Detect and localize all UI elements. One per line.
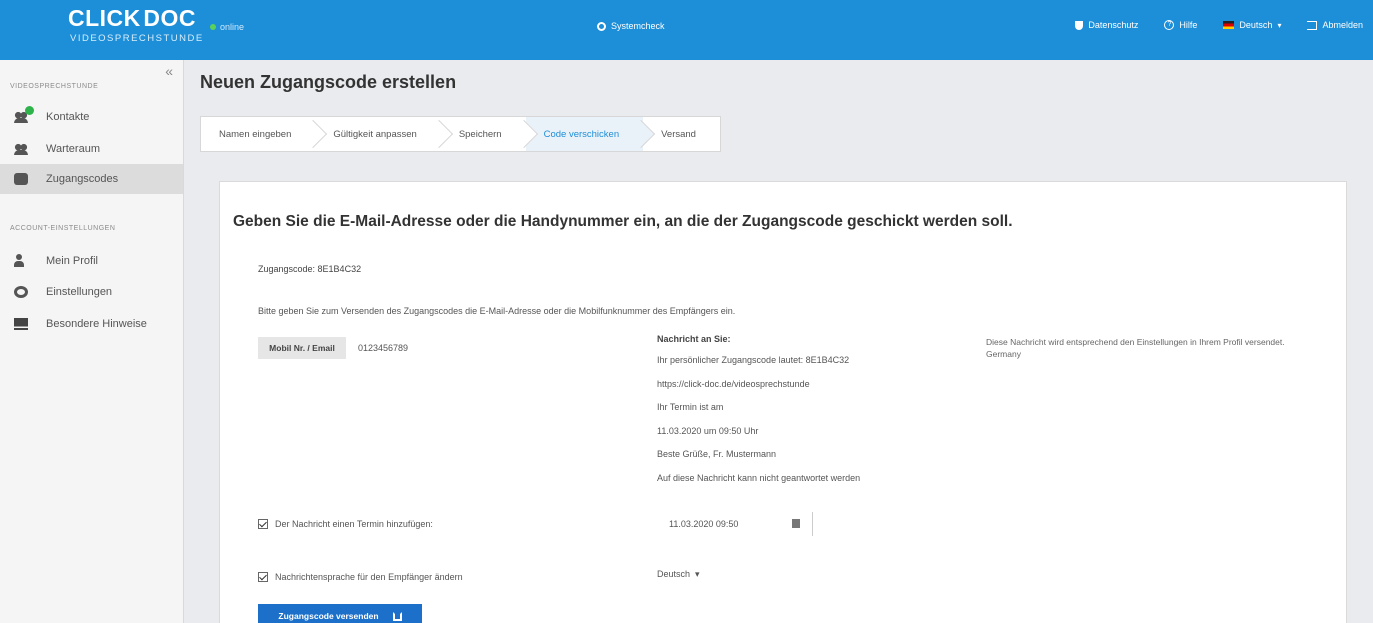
add-appointment-checkbox[interactable] xyxy=(258,519,268,529)
help-label: Hilfe xyxy=(1179,20,1198,30)
main-content: Neuen Zugangscode erstellen Namen eingeb… xyxy=(185,60,1373,623)
step-send-code[interactable]: Code verschicken xyxy=(525,117,644,151)
preview-line: Ihr persönlicher Zugangscode lautet: 8E1… xyxy=(657,355,850,365)
sidebar-item-label: Mein Profil xyxy=(46,255,98,267)
message-preview: Nachricht an Sie: Ihr persönlicher Zugan… xyxy=(657,334,917,496)
page-title: Neuen Zugangscode erstellen xyxy=(200,72,457,92)
logo-subtitle: VIDEOSPRECHSTUNDE xyxy=(70,33,204,44)
logout-icon xyxy=(1307,20,1318,30)
contact-field-label: Mobil Nr. / Email xyxy=(258,337,346,359)
change-language-option: Nachrichtensprache für den Empfänger änd… xyxy=(258,572,463,582)
top-bar: CLICK DOC VIDEOSPRECHSTUNDE online Syste… xyxy=(0,0,1373,60)
contacts-icon xyxy=(14,106,34,123)
system-check-label: Systemcheck xyxy=(611,21,665,31)
change-language-label: Nachrichtensprache für den Empfänger änd… xyxy=(275,572,463,582)
appointment-datetime-input[interactable]: 11.03.2020 09:50 xyxy=(669,512,813,536)
sidebar-item-label: Kontakte xyxy=(46,111,90,123)
step-enter-name[interactable]: Namen eingeben xyxy=(201,117,316,151)
appointment-datetime-value: 11.03.2020 09:50 xyxy=(669,519,739,529)
logo-text-right: DOC xyxy=(143,5,196,31)
external-link-icon xyxy=(392,611,402,621)
sidebar-section-main: Videosprechstunde xyxy=(10,83,99,90)
privacy-link[interactable]: Datenschutz xyxy=(1075,20,1138,30)
preview-title: Nachricht an Sie: xyxy=(657,334,731,344)
online-status: online xyxy=(210,22,244,32)
send-access-code-button[interactable]: Zugangscode versenden xyxy=(258,604,422,623)
logo-text-left: CLICK xyxy=(68,5,141,31)
german-flag-icon xyxy=(1223,21,1235,29)
collapse-sidebar-icon[interactable]: « xyxy=(165,63,173,79)
waiting-room-icon xyxy=(14,143,28,155)
add-appointment-option: Der Nachricht einen Termin hinzufügen: xyxy=(258,519,433,529)
notification-badge xyxy=(25,106,34,115)
sidebar-item-access-codes[interactable]: Zugangscodes xyxy=(0,164,183,194)
preview-line: Ihr Termin ist am xyxy=(657,402,724,412)
preview-line: Beste Grüße, Fr. Mustermann xyxy=(657,449,777,459)
dispatch-note: Diese Nachricht wird entsprechend den Ei… xyxy=(986,337,1285,359)
sidebar-item-contacts[interactable]: Kontakte xyxy=(0,102,183,132)
sidebar: « Videosprechstunde Kontakte Warteraum Z… xyxy=(0,60,184,623)
key-icon xyxy=(14,173,28,185)
step-save[interactable]: Speichern xyxy=(440,117,526,151)
step-adjust-validity[interactable]: Gültigkeit anpassen xyxy=(315,117,441,151)
language-label: Deutsch xyxy=(1239,20,1273,30)
send-button-label: Zugangscode versenden xyxy=(278,611,379,621)
preview-line: 11.03.2020 um 09:50 Uhr xyxy=(657,425,759,436)
help-link[interactable]: ? Hilfe xyxy=(1164,20,1197,30)
sidebar-item-label: Besondere Hinweise xyxy=(46,318,147,330)
preview-line: Auf diese Nachricht kann nicht geantwort… xyxy=(657,472,861,483)
logout-label: Abmelden xyxy=(1322,20,1363,30)
online-dot-icon xyxy=(210,24,216,30)
add-appointment-label: Der Nachricht einen Termin hinzufügen: xyxy=(275,519,433,529)
sidebar-item-label: Zugangscodes xyxy=(46,173,119,185)
gear-icon xyxy=(14,286,28,298)
card-heading: Geben Sie die E-Mail-Adresse oder die Ha… xyxy=(233,213,1013,230)
help-icon: ? xyxy=(1164,20,1175,30)
language-dropdown[interactable]: Deutsch ▾ xyxy=(1223,20,1281,30)
gear-icon xyxy=(597,21,606,31)
message-language-select[interactable]: Deutsch ▾ xyxy=(657,569,700,580)
exclamation-icon xyxy=(14,318,28,330)
sidebar-item-settings[interactable]: Einstellungen xyxy=(0,277,183,307)
send-code-card: Geben Sie die E-Mail-Adresse oder die Ha… xyxy=(219,181,1347,623)
pulse-icon xyxy=(141,17,143,19)
access-code-value: Zugangscode: 8E1B4C32 xyxy=(258,264,362,274)
sidebar-item-profile[interactable]: Mein Profil xyxy=(0,246,183,276)
user-icon xyxy=(14,254,28,267)
shield-icon xyxy=(1075,20,1084,30)
sidebar-item-label: Warteraum xyxy=(46,143,100,155)
calendar-icon[interactable] xyxy=(792,519,800,528)
preview-line: https://click-doc.de/videosprechstunde xyxy=(657,378,810,389)
top-nav: Datenschutz ? Hilfe Deutsch ▾ Abmelden xyxy=(1075,20,1363,30)
chevron-down-icon: ▾ xyxy=(1277,20,1282,30)
message-language-value: Deutsch xyxy=(657,569,691,579)
sidebar-item-waiting-room[interactable]: Warteraum xyxy=(0,134,183,164)
step-wizard: Namen eingeben Gültigkeit anpassen Speic… xyxy=(200,116,721,152)
system-check-link[interactable]: Systemcheck xyxy=(597,21,665,31)
privacy-label: Datenschutz xyxy=(1088,20,1139,30)
instruction-text: Bitte geben Sie zum Versenden des Zugang… xyxy=(258,306,736,316)
clickdoc-logo[interactable]: CLICK DOC VIDEOSPRECHSTUNDE xyxy=(68,5,204,55)
online-label: online xyxy=(220,22,245,32)
sidebar-section-account: Account-Einstellungen xyxy=(10,225,116,232)
chevron-down-icon: ▾ xyxy=(695,569,700,579)
sidebar-item-notes[interactable]: Besondere Hinweise xyxy=(0,309,183,339)
logout-link[interactable]: Abmelden xyxy=(1307,20,1363,30)
contact-input[interactable] xyxy=(354,337,454,359)
change-language-checkbox[interactable] xyxy=(258,572,268,582)
sidebar-item-label: Einstellungen xyxy=(46,286,113,298)
